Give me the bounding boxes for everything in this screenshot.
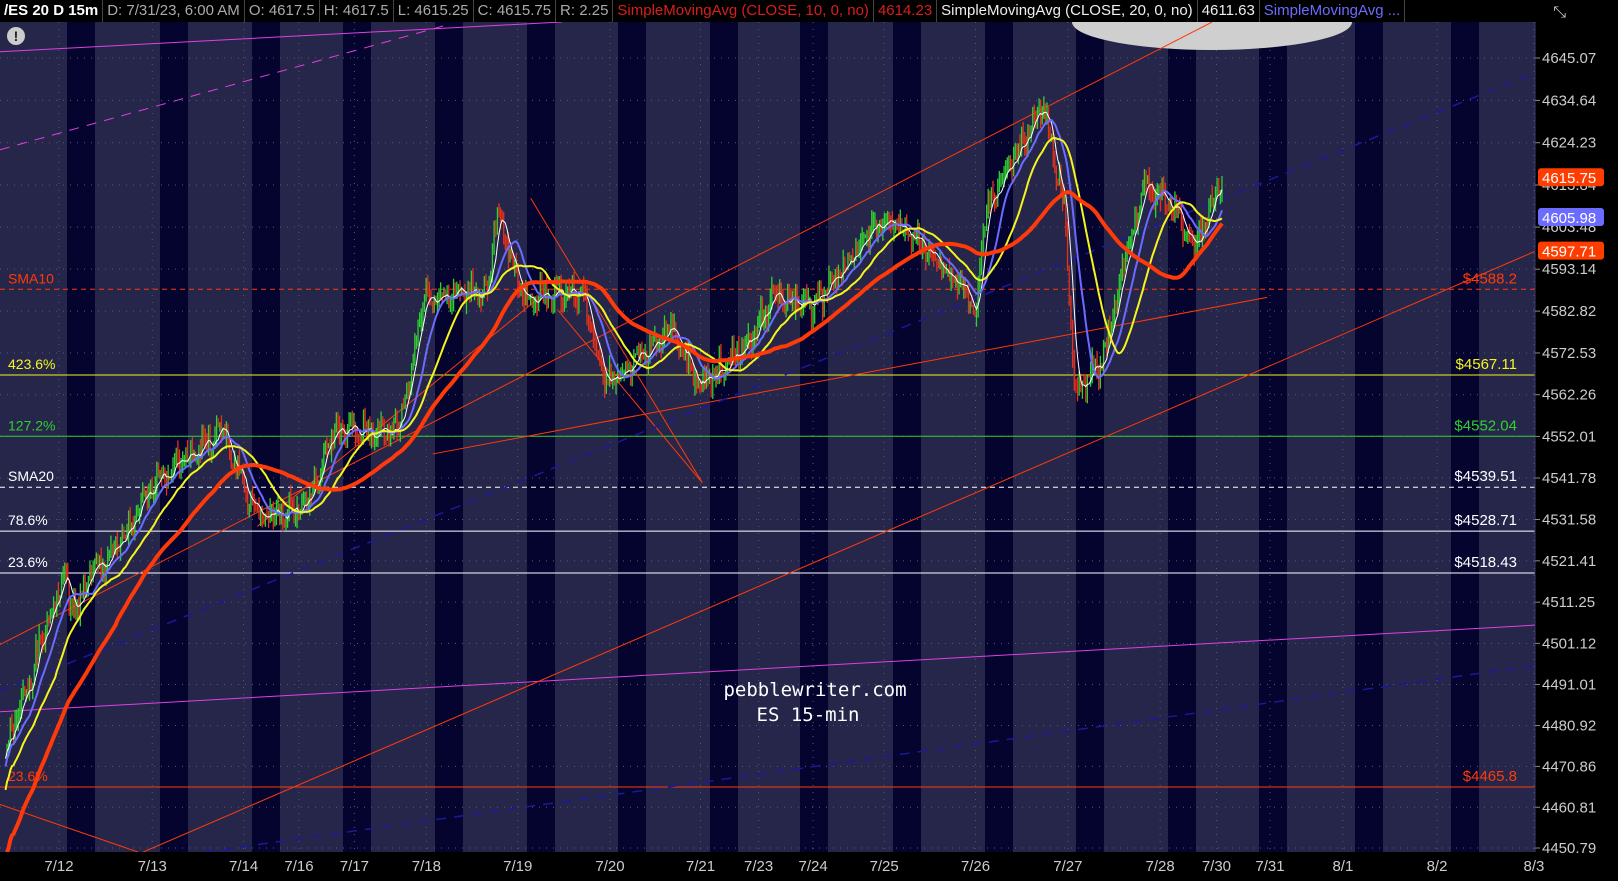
level-label-left: 23.6% [8, 554, 48, 570]
bar-date: D: 7/31/23, 6:00 AM [103, 0, 245, 22]
watermark-line1: pebblewriter.com [723, 679, 906, 701]
price-tick-label: 4593.14 [1542, 261, 1596, 278]
session-band [527, 22, 555, 852]
date-tick-label: 7/23 [744, 858, 773, 875]
watermark-line2: ES 15-min [757, 704, 860, 726]
date-tick-label: 7/14 [229, 858, 258, 875]
level-label-right: $4518.43 [1454, 554, 1517, 571]
session-band [67, 22, 95, 852]
sma10-study-label[interactable]: SimpleMovingAvg (CLOSE, 10, 0, no) [613, 0, 874, 22]
price-badge-label: 4605.98 [1542, 210, 1596, 227]
price-tick-label: 4634.64 [1542, 92, 1596, 109]
level-label-left: 423.6% [8, 356, 55, 372]
price-tick-label: 4450.79 [1542, 840, 1596, 857]
date-tick-label: 7/21 [686, 858, 715, 875]
chart-header: /ES 20 D 15m D: 7/31/23, 6:00 AM O: 4617… [0, 0, 1618, 22]
price-tick-label: 4521.41 [1542, 553, 1596, 570]
session-band [1168, 22, 1196, 852]
level-label-right: $4465.8 [1463, 768, 1517, 785]
date-tick-label: 7/13 [138, 858, 167, 875]
date-tick-label: 7/30 [1202, 858, 1231, 875]
date-tick-label: 8/3 [1524, 858, 1545, 875]
date-tick-label: 7/27 [1053, 858, 1082, 875]
date-tick-label: 7/19 [503, 858, 532, 875]
sma20-study-label[interactable]: SimpleMovingAvg (CLOSE, 20, 0, no) [937, 0, 1198, 22]
level-label-right: $4528.71 [1454, 512, 1517, 529]
date-tick-label: 7/28 [1146, 858, 1175, 875]
level-label-left: 78.6% [8, 512, 48, 528]
level-label-right: $4567.11 [1456, 356, 1517, 373]
price-tick-label: 4624.23 [1542, 135, 1596, 152]
bar-range: R: 2.25 [556, 0, 614, 22]
date-tick-label: 7/12 [44, 858, 73, 875]
plot-background [0, 22, 1535, 852]
bar-high: H: 4617.5 [320, 0, 394, 22]
price-badge-label: 4597.71 [1542, 244, 1596, 261]
session-band [1076, 22, 1104, 852]
level-label-left: 127.2% [8, 417, 55, 433]
session-band [1355, 22, 1383, 852]
price-tick-label: 4562.26 [1542, 387, 1596, 404]
price-tick-label: 4531.58 [1542, 511, 1596, 528]
session-band [435, 22, 463, 852]
crosshair-toggle-icon[interactable]: ⤡ [1549, 2, 1570, 24]
session-band [710, 22, 738, 852]
date-tick-label: 7/20 [595, 858, 624, 875]
date-tick-label: 7/31 [1255, 858, 1284, 875]
session-band [160, 22, 188, 852]
date-tick-label: 8/1 [1332, 858, 1353, 875]
date-tick-label: 7/26 [961, 858, 990, 875]
price-tick-label: 4501.12 [1542, 635, 1596, 652]
price-tick-label: 4552.01 [1542, 428, 1596, 445]
date-tick-label: 7/18 [412, 858, 441, 875]
sma10-study-value: 4614.23 [874, 0, 938, 22]
level-label-left: SMA20 [8, 468, 54, 484]
bar-close: C: 4615.75 [474, 0, 557, 22]
price-badge-label: 4615.75 [1542, 170, 1596, 187]
bar-low: L: 4615.25 [394, 0, 474, 22]
sma3-study-label[interactable]: SimpleMovingAvg ... [1260, 0, 1406, 22]
bar-open: O: 4617.5 [245, 0, 320, 22]
level-label-right: $4552.04 [1454, 417, 1517, 434]
price-tick-label: 4460.81 [1542, 799, 1596, 816]
price-tick-label: 4470.86 [1542, 758, 1596, 775]
date-tick-label: 7/17 [340, 858, 369, 875]
session-band [252, 22, 280, 852]
session-band [985, 22, 1013, 852]
session-band [893, 22, 921, 852]
date-tick-label: 8/2 [1427, 858, 1448, 875]
session-band [800, 22, 828, 852]
level-label-right: $4539.51 [1454, 468, 1517, 485]
price-tick-label: 4541.78 [1542, 470, 1596, 487]
symbol-label[interactable]: /ES 20 D 15m [0, 0, 104, 22]
date-tick-label: 7/24 [798, 858, 827, 875]
price-chart[interactable]: SMA10 $4588.2423.6% $4567.11127.2% $4552.04… [0, 0, 1618, 881]
level-label-left: SMA10 [8, 270, 54, 286]
date-tick-label: 7/25 [870, 858, 899, 875]
date-tick-label: 7/16 [284, 858, 313, 875]
price-tick-label: 4645.07 [1542, 50, 1596, 67]
price-tick-label: 4582.82 [1542, 303, 1596, 320]
session-band [618, 22, 646, 852]
alert-icon-glyph: ! [14, 28, 19, 44]
price-tick-label: 4480.92 [1542, 717, 1596, 734]
price-tick-label: 4572.53 [1542, 345, 1596, 362]
session-band [1451, 22, 1479, 852]
session-band [1259, 22, 1287, 852]
price-tick-label: 4491.01 [1542, 676, 1596, 693]
price-tick-label: 4511.25 [1542, 594, 1595, 611]
sma20-study-value: 4611.63 [1198, 0, 1260, 22]
